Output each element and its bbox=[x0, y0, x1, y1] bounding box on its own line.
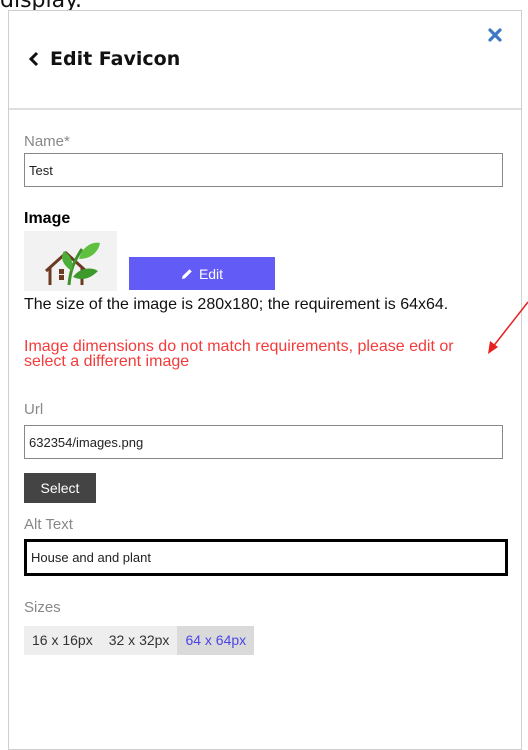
size-option-64[interactable]: 64 x 64px bbox=[177, 626, 255, 655]
edit-image-button[interactable]: Edit bbox=[129, 257, 275, 290]
annotation-arrow-icon bbox=[488, 301, 528, 354]
panel-header: Edit Favicon bbox=[9, 11, 521, 110]
size-option-32[interactable]: 32 x 32px bbox=[100, 626, 178, 655]
image-dimension-error: Image dimensions do not match requiremen… bbox=[24, 338, 454, 370]
name-label: Name* bbox=[24, 133, 70, 150]
back-button[interactable] bbox=[28, 51, 40, 72]
edit-favicon-panel: Edit Favicon Name* Image Edit The size o… bbox=[8, 10, 522, 750]
sizes-label: Sizes bbox=[24, 599, 61, 616]
chevron-left-icon bbox=[28, 51, 39, 67]
pencil-icon bbox=[181, 268, 192, 279]
close-icon bbox=[488, 28, 502, 42]
size-option-16[interactable]: 16 x 16px bbox=[24, 626, 101, 655]
house-plant-icon bbox=[44, 242, 100, 286]
alt-text-label: Alt Text bbox=[24, 516, 73, 533]
close-button[interactable] bbox=[487, 27, 503, 48]
favicon-thumbnail bbox=[24, 231, 117, 291]
select-image-button[interactable]: Select bbox=[24, 473, 96, 503]
name-input[interactable] bbox=[24, 153, 503, 187]
image-size-info: The size of the image is 280x180; the re… bbox=[24, 296, 449, 313]
url-input[interactable] bbox=[24, 425, 503, 459]
alt-text-input[interactable] bbox=[24, 539, 508, 576]
edit-button-label: Edit bbox=[198, 265, 224, 282]
size-options: 16 x 16px 32 x 32px 64 x 64px bbox=[24, 626, 255, 655]
url-label: Url bbox=[24, 401, 44, 418]
image-heading: Image bbox=[24, 210, 71, 227]
page-title: Edit Favicon bbox=[50, 48, 181, 70]
